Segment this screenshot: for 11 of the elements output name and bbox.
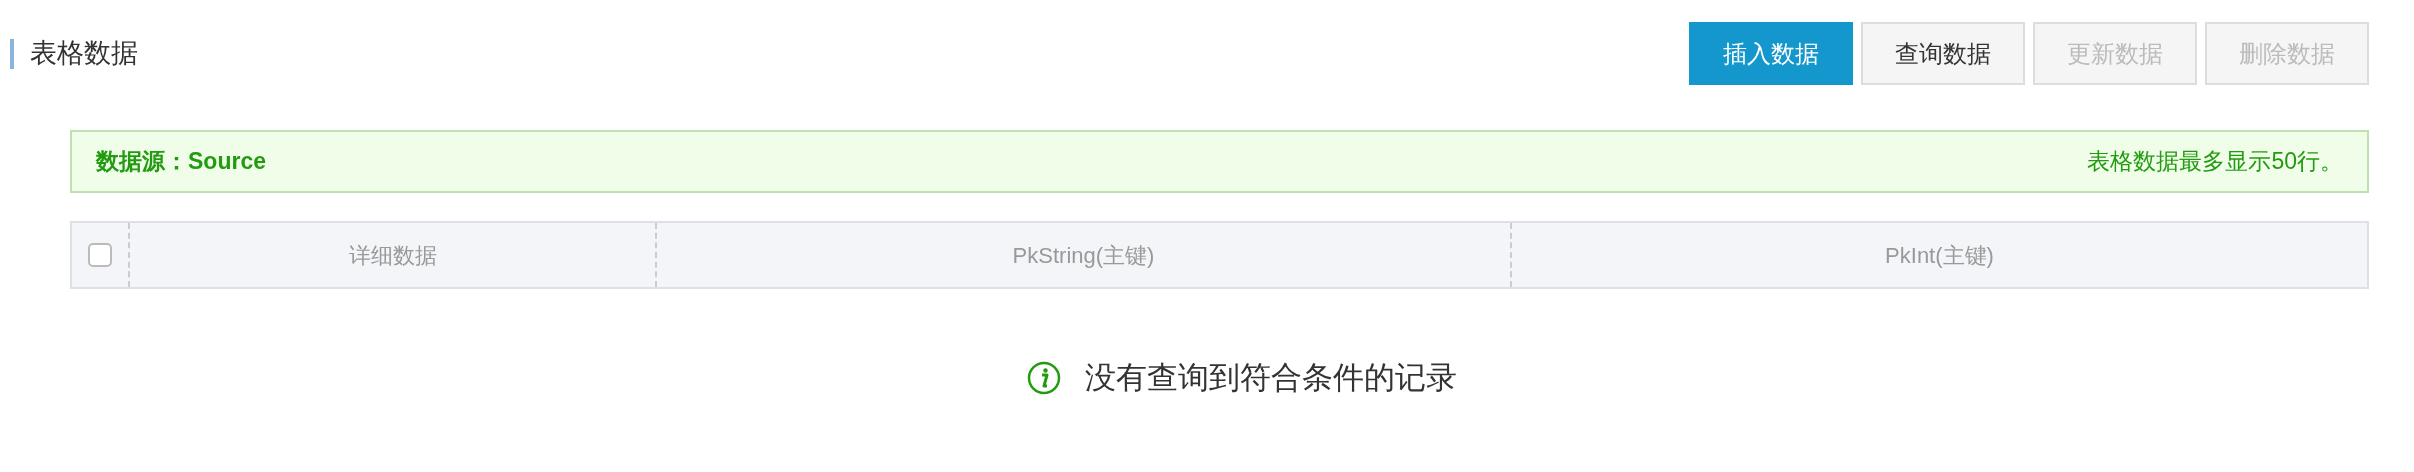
row-limit-note: 表格数据最多显示50行。 [2087, 147, 2343, 177]
source-label: 数据源：Source [96, 147, 266, 177]
select-all-checkbox[interactable] [88, 243, 112, 267]
section-title: 表格数据 [30, 37, 138, 71]
column-header: PkInt(主键) [1885, 241, 1994, 270]
column-header: 详细数据 [348, 241, 437, 270]
action-button[interactable]: 查询数据 [1861, 22, 2025, 85]
column-header: PkString(主键) [1012, 241, 1155, 270]
info-icon [1027, 361, 1061, 396]
empty-message: 没有查询到符合条件的记录 [1085, 359, 1457, 397]
action-button[interactable]: 插入数据 [1689, 22, 1853, 85]
